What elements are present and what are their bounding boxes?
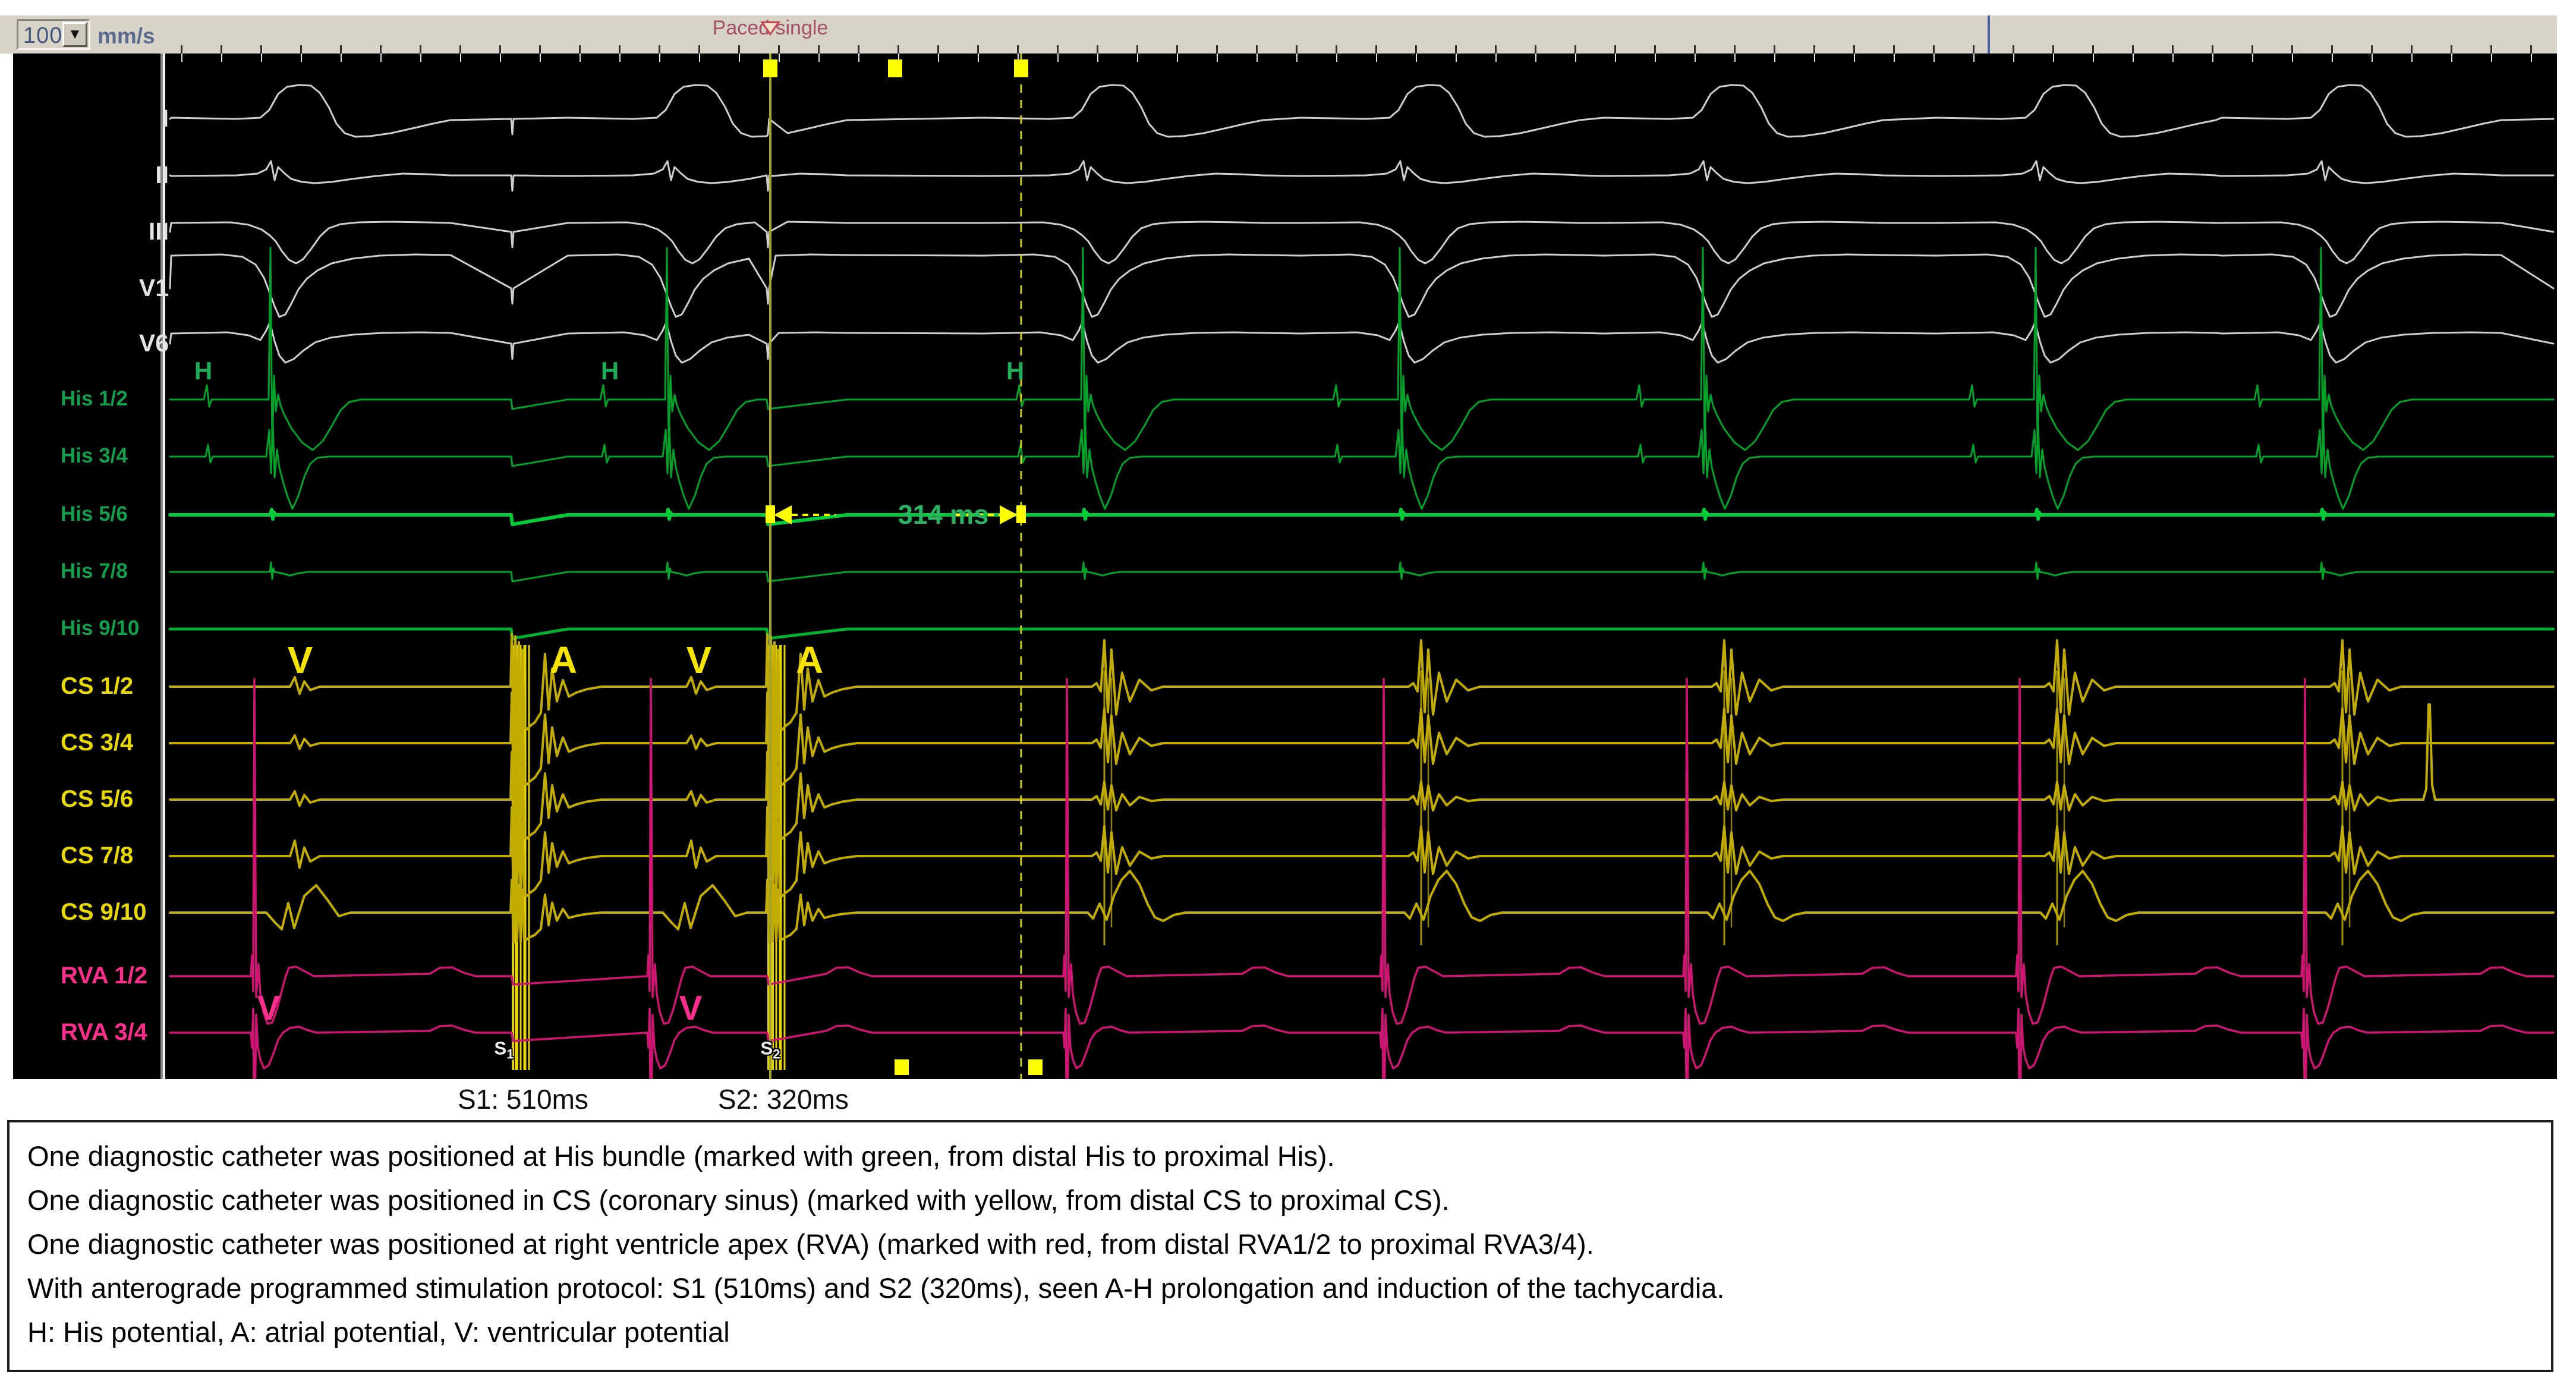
- h-potential-annotation: H: [1006, 357, 1024, 385]
- channel-label-cs78[interactable]: CS 7/8: [61, 840, 133, 871]
- caliper-top-square[interactable]: [888, 59, 902, 77]
- cs-potential-annotation: V: [686, 638, 712, 682]
- trace-i: [170, 85, 2553, 137]
- trace-his910: [170, 629, 2553, 639]
- note-line-1: One diagnostic catheter was positioned a…: [27, 1134, 2551, 1178]
- trace-his56: [170, 509, 2553, 524]
- caliper-top-square[interactable]: [1014, 59, 1028, 77]
- channel-label-cs34[interactable]: CS 3/4: [61, 727, 133, 758]
- stim-marker-annotation: S2: [761, 1037, 780, 1062]
- note-line-4: With anterograde programmed stimulation …: [27, 1266, 2551, 1310]
- trace-his12: [170, 248, 2553, 450]
- electrogram-traces: [13, 54, 2557, 1079]
- channel-label-v6[interactable]: V6: [13, 328, 169, 358]
- s2-interval-label: S2: 320ms: [718, 1083, 849, 1115]
- channel-label-i[interactable]: I: [13, 103, 169, 134]
- rva-potential-annotation: V: [257, 989, 281, 1029]
- toolbar: 100 ▼ mm/s Paced single: [0, 15, 2557, 54]
- channel-label-his34[interactable]: His 3/4: [61, 441, 128, 471]
- trace-cs910: [170, 871, 2553, 943]
- cs-potential-annotation: A: [796, 638, 823, 682]
- trace-cs56: [170, 704, 2553, 844]
- sweep-speed-combo[interactable]: 100 ▼: [17, 19, 90, 50]
- note-line-3: One diagnostic catheter was positioned a…: [27, 1222, 2551, 1266]
- trace-v6: [170, 322, 2553, 363]
- trace-cs12: [170, 634, 2553, 735]
- channel-label-ii[interactable]: II: [13, 159, 169, 190]
- stim-marker-annotation: S1: [495, 1037, 514, 1062]
- channel-label-his56[interactable]: His 5/6: [61, 499, 128, 530]
- trace-cs34: [170, 693, 2553, 790]
- caliper-top-square[interactable]: [763, 59, 777, 77]
- h-potential-annotation: H: [601, 357, 619, 385]
- trace-v1: [170, 254, 2553, 317]
- note-line-5: H: His potential, A: atrial potential, V…: [27, 1310, 2551, 1354]
- toolbar-time-ticks: [169, 45, 2557, 54]
- paced-event-marker-icon-fill: [764, 23, 777, 33]
- channel-label-his78[interactable]: His 7/8: [61, 556, 128, 587]
- trace-rva34: [170, 1009, 2553, 1079]
- caliper-bottom-square[interactable]: [1028, 1059, 1043, 1075]
- waveform-area[interactable]: IIIIIIV1V6His 1/2His 3/4His 5/6His 7/8Hi…: [13, 54, 2557, 1079]
- trace-rva12: [170, 679, 2553, 1024]
- channel-label-rva34[interactable]: RVA 3/4: [61, 1017, 147, 1048]
- sweep-speed-unit-label: mm/s: [97, 24, 155, 49]
- channel-label-cs12[interactable]: CS 1/2: [61, 671, 133, 702]
- channel-label-rva12[interactable]: RVA 1/2: [61, 960, 147, 991]
- cs-potential-annotation: V: [288, 638, 313, 682]
- channel-label-cs910[interactable]: CS 9/10: [61, 897, 147, 927]
- channel-label-his910[interactable]: His 9/10: [61, 613, 139, 644]
- h-potential-annotation: H: [194, 357, 212, 385]
- caliper-bottom-square[interactable]: [895, 1059, 909, 1075]
- trace-his34: [170, 424, 2553, 509]
- trace-iii: [170, 222, 2553, 263]
- notes-box: One diagnostic catheter was positioned a…: [7, 1120, 2553, 1372]
- channel-label-v1[interactable]: V1: [13, 272, 169, 303]
- cs-potential-annotation: A: [550, 638, 577, 682]
- rva-potential-annotation: V: [679, 989, 703, 1029]
- channel-label-iii[interactable]: III: [13, 216, 169, 247]
- trace-his78: [170, 562, 2553, 581]
- trace-ii: [170, 161, 2553, 191]
- caliper-measurement-label: 314 ms: [898, 499, 989, 530]
- channel-label-cs56[interactable]: CS 5/6: [61, 784, 133, 814]
- s1-interval-label: S1: 510ms: [458, 1083, 588, 1115]
- channel-label-his12[interactable]: His 1/2: [61, 383, 128, 414]
- trace-cs78: [170, 807, 2553, 901]
- chevron-down-icon[interactable]: ▼: [62, 22, 87, 47]
- ep-recording-screen: { "toolbar": { "speed_value": "100", "sp…: [0, 0, 2576, 1387]
- sweep-speed-value[interactable]: 100: [23, 23, 62, 49]
- note-line-2: One diagnostic catheter was positioned i…: [27, 1178, 2551, 1222]
